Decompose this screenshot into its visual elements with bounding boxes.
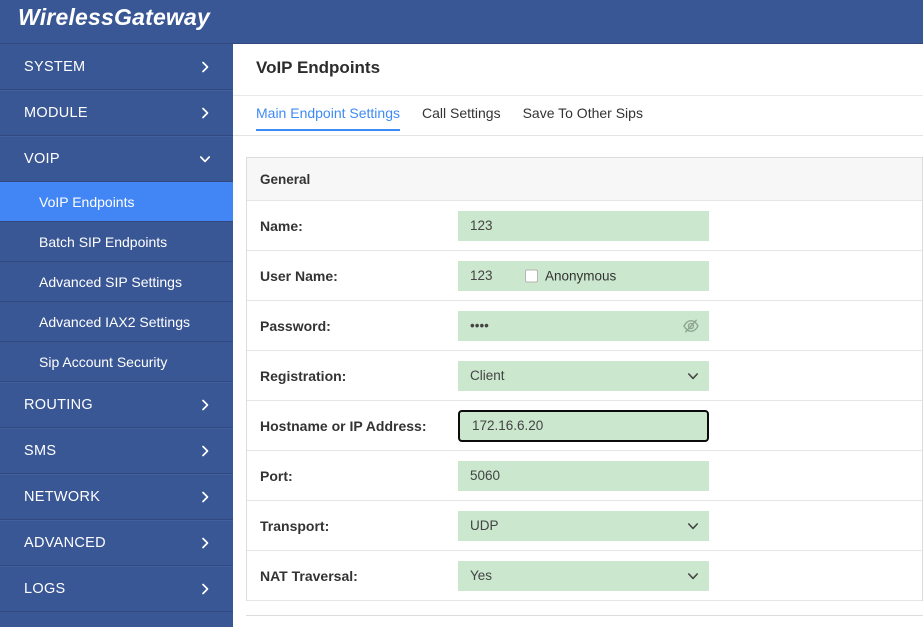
chevron-right-icon [199, 107, 211, 119]
port-field-wrapper [458, 460, 709, 491]
user-name-label: User Name: [260, 267, 338, 284]
sidebar-nav[interactable]: SYSTEM MODULE VOIP VoIP Endpoints Batch … [0, 44, 233, 627]
chevron-right-icon [199, 583, 211, 595]
sidebar-item-sms[interactable]: SMS [0, 428, 233, 474]
sidebar-item-advanced[interactable]: ADVANCED [0, 520, 233, 566]
form-bottom-divider [246, 615, 923, 616]
sidebar-item-advanced-sip-settings[interactable]: Advanced SIP Settings [0, 262, 233, 302]
nat-traversal-select[interactable]: Yes [458, 560, 709, 591]
sidebar-item-sip-account-security[interactable]: Sip Account Security [0, 342, 233, 382]
form-row-name: Name: [247, 201, 922, 251]
name-input[interactable] [458, 210, 709, 241]
section-title: General [260, 171, 311, 187]
sidebar-subitem-label: Sip Account Security [39, 353, 168, 370]
nat-traversal-select-value: Yes [470, 568, 493, 583]
registration-select-value: Client [470, 368, 505, 383]
sidebar-item-label: ROUTING [24, 397, 93, 413]
registration-field-wrapper: Client [458, 360, 709, 391]
chevron-right-icon [199, 537, 211, 549]
sidebar-item-module[interactable]: MODULE [0, 90, 233, 136]
sidebar-item-label: SMS [24, 443, 57, 459]
transport-select[interactable]: UDP [458, 510, 709, 541]
chevron-down-icon [687, 570, 699, 582]
sidebar-item-advanced-iax2-settings[interactable]: Advanced IAX2 Settings [0, 302, 233, 342]
sidebar-item-batch-sip-endpoints[interactable]: Batch SIP Endpoints [0, 222, 233, 262]
app-root: WirelessGateway SYSTEM MODULE VOIP VoIP … [0, 0, 923, 627]
hostname-field-wrapper [458, 409, 709, 442]
form-row-hostname: Hostname or IP Address: [247, 401, 922, 451]
chevron-down-icon [199, 153, 211, 165]
chevron-down-icon [687, 370, 699, 382]
sidebar-item-voip[interactable]: VOIP [0, 136, 233, 182]
transport-label: Transport: [260, 517, 330, 534]
port-label: Port: [260, 467, 293, 484]
password-input[interactable] [458, 310, 709, 341]
hostname-input[interactable] [458, 409, 709, 442]
chevron-down-icon [687, 520, 699, 532]
chevron-right-icon [199, 491, 211, 503]
sidebar-item-label: VOIP [24, 151, 60, 167]
sidebar-item-voip-endpoints[interactable]: VoIP Endpoints [0, 182, 233, 222]
anonymous-checkbox-wrapper[interactable]: Anonymous [525, 268, 616, 283]
sidebar-item-label: SYSTEM [24, 58, 86, 75]
form-section-general: General [247, 158, 922, 201]
chevron-right-icon [199, 445, 211, 457]
password-field-wrapper [458, 310, 709, 341]
sidebar-subitem-label: VoIP Endpoints [39, 193, 135, 210]
transport-select-value: UDP [470, 518, 499, 533]
chevron-right-icon [199, 61, 211, 73]
sidebar-item-network[interactable]: NETWORK [0, 474, 233, 520]
top-header-bar: WirelessGateway [0, 0, 923, 44]
page-title: VoIP Endpoints [256, 58, 381, 77]
form-row-user-name: User Name: Anonymous [247, 251, 922, 301]
name-field-wrapper [458, 210, 709, 241]
sidebar-item-routing[interactable]: ROUTING [0, 382, 233, 428]
anonymous-checkbox[interactable] [525, 269, 538, 282]
name-label: Name: [260, 217, 303, 234]
chevron-right-icon [199, 399, 211, 411]
nat-traversal-label: NAT Traversal: [260, 567, 358, 584]
hostname-label: Hostname or IP Address: [260, 417, 427, 434]
tab-main-endpoint-settings[interactable]: Main Endpoint Settings [256, 96, 400, 131]
form-row-nat-traversal: NAT Traversal: Yes [247, 551, 922, 601]
sidebar-item-label: MODULE [24, 105, 88, 121]
form-row-port: Port: [247, 451, 922, 501]
sidebar-subitem-label: Advanced IAX2 Settings [39, 313, 190, 330]
sidebar-item-label: LOGS [24, 581, 66, 597]
port-input[interactable] [458, 460, 709, 491]
form-row-transport: Transport: UDP [247, 501, 922, 551]
form-row-registration: Registration: Client [247, 351, 922, 401]
sidebar-item-logs[interactable]: LOGS [0, 566, 233, 612]
transport-field-wrapper: UDP [458, 510, 709, 541]
form-row-password: Password: [247, 301, 922, 351]
registration-select[interactable]: Client [458, 360, 709, 391]
eye-slash-icon[interactable] [682, 317, 700, 335]
brand-title: WirelessGateway [18, 4, 211, 30]
sidebar-item-label: NETWORK [24, 489, 101, 505]
registration-label: Registration: [260, 367, 347, 384]
sidebar-item-system[interactable]: SYSTEM [0, 44, 233, 90]
sidebar-subitem-label: Advanced SIP Settings [39, 273, 182, 290]
nat-traversal-field-wrapper: Yes [458, 560, 709, 591]
tab-bar: Main Endpoint Settings Call Settings Sav… [233, 96, 923, 136]
tab-save-to-other-sips[interactable]: Save To Other Sips [523, 96, 643, 131]
sidebar-item-label: ADVANCED [24, 535, 106, 551]
page-title-bar: VoIP Endpoints [233, 44, 923, 96]
anonymous-checkbox-label: Anonymous [545, 268, 617, 283]
tab-call-settings[interactable]: Call Settings [422, 96, 501, 131]
password-label: Password: [260, 317, 331, 334]
sidebar-subitem-label: Batch SIP Endpoints [39, 233, 168, 250]
endpoint-settings-form: General Name: User Name: Anonymous Passw… [246, 157, 923, 601]
